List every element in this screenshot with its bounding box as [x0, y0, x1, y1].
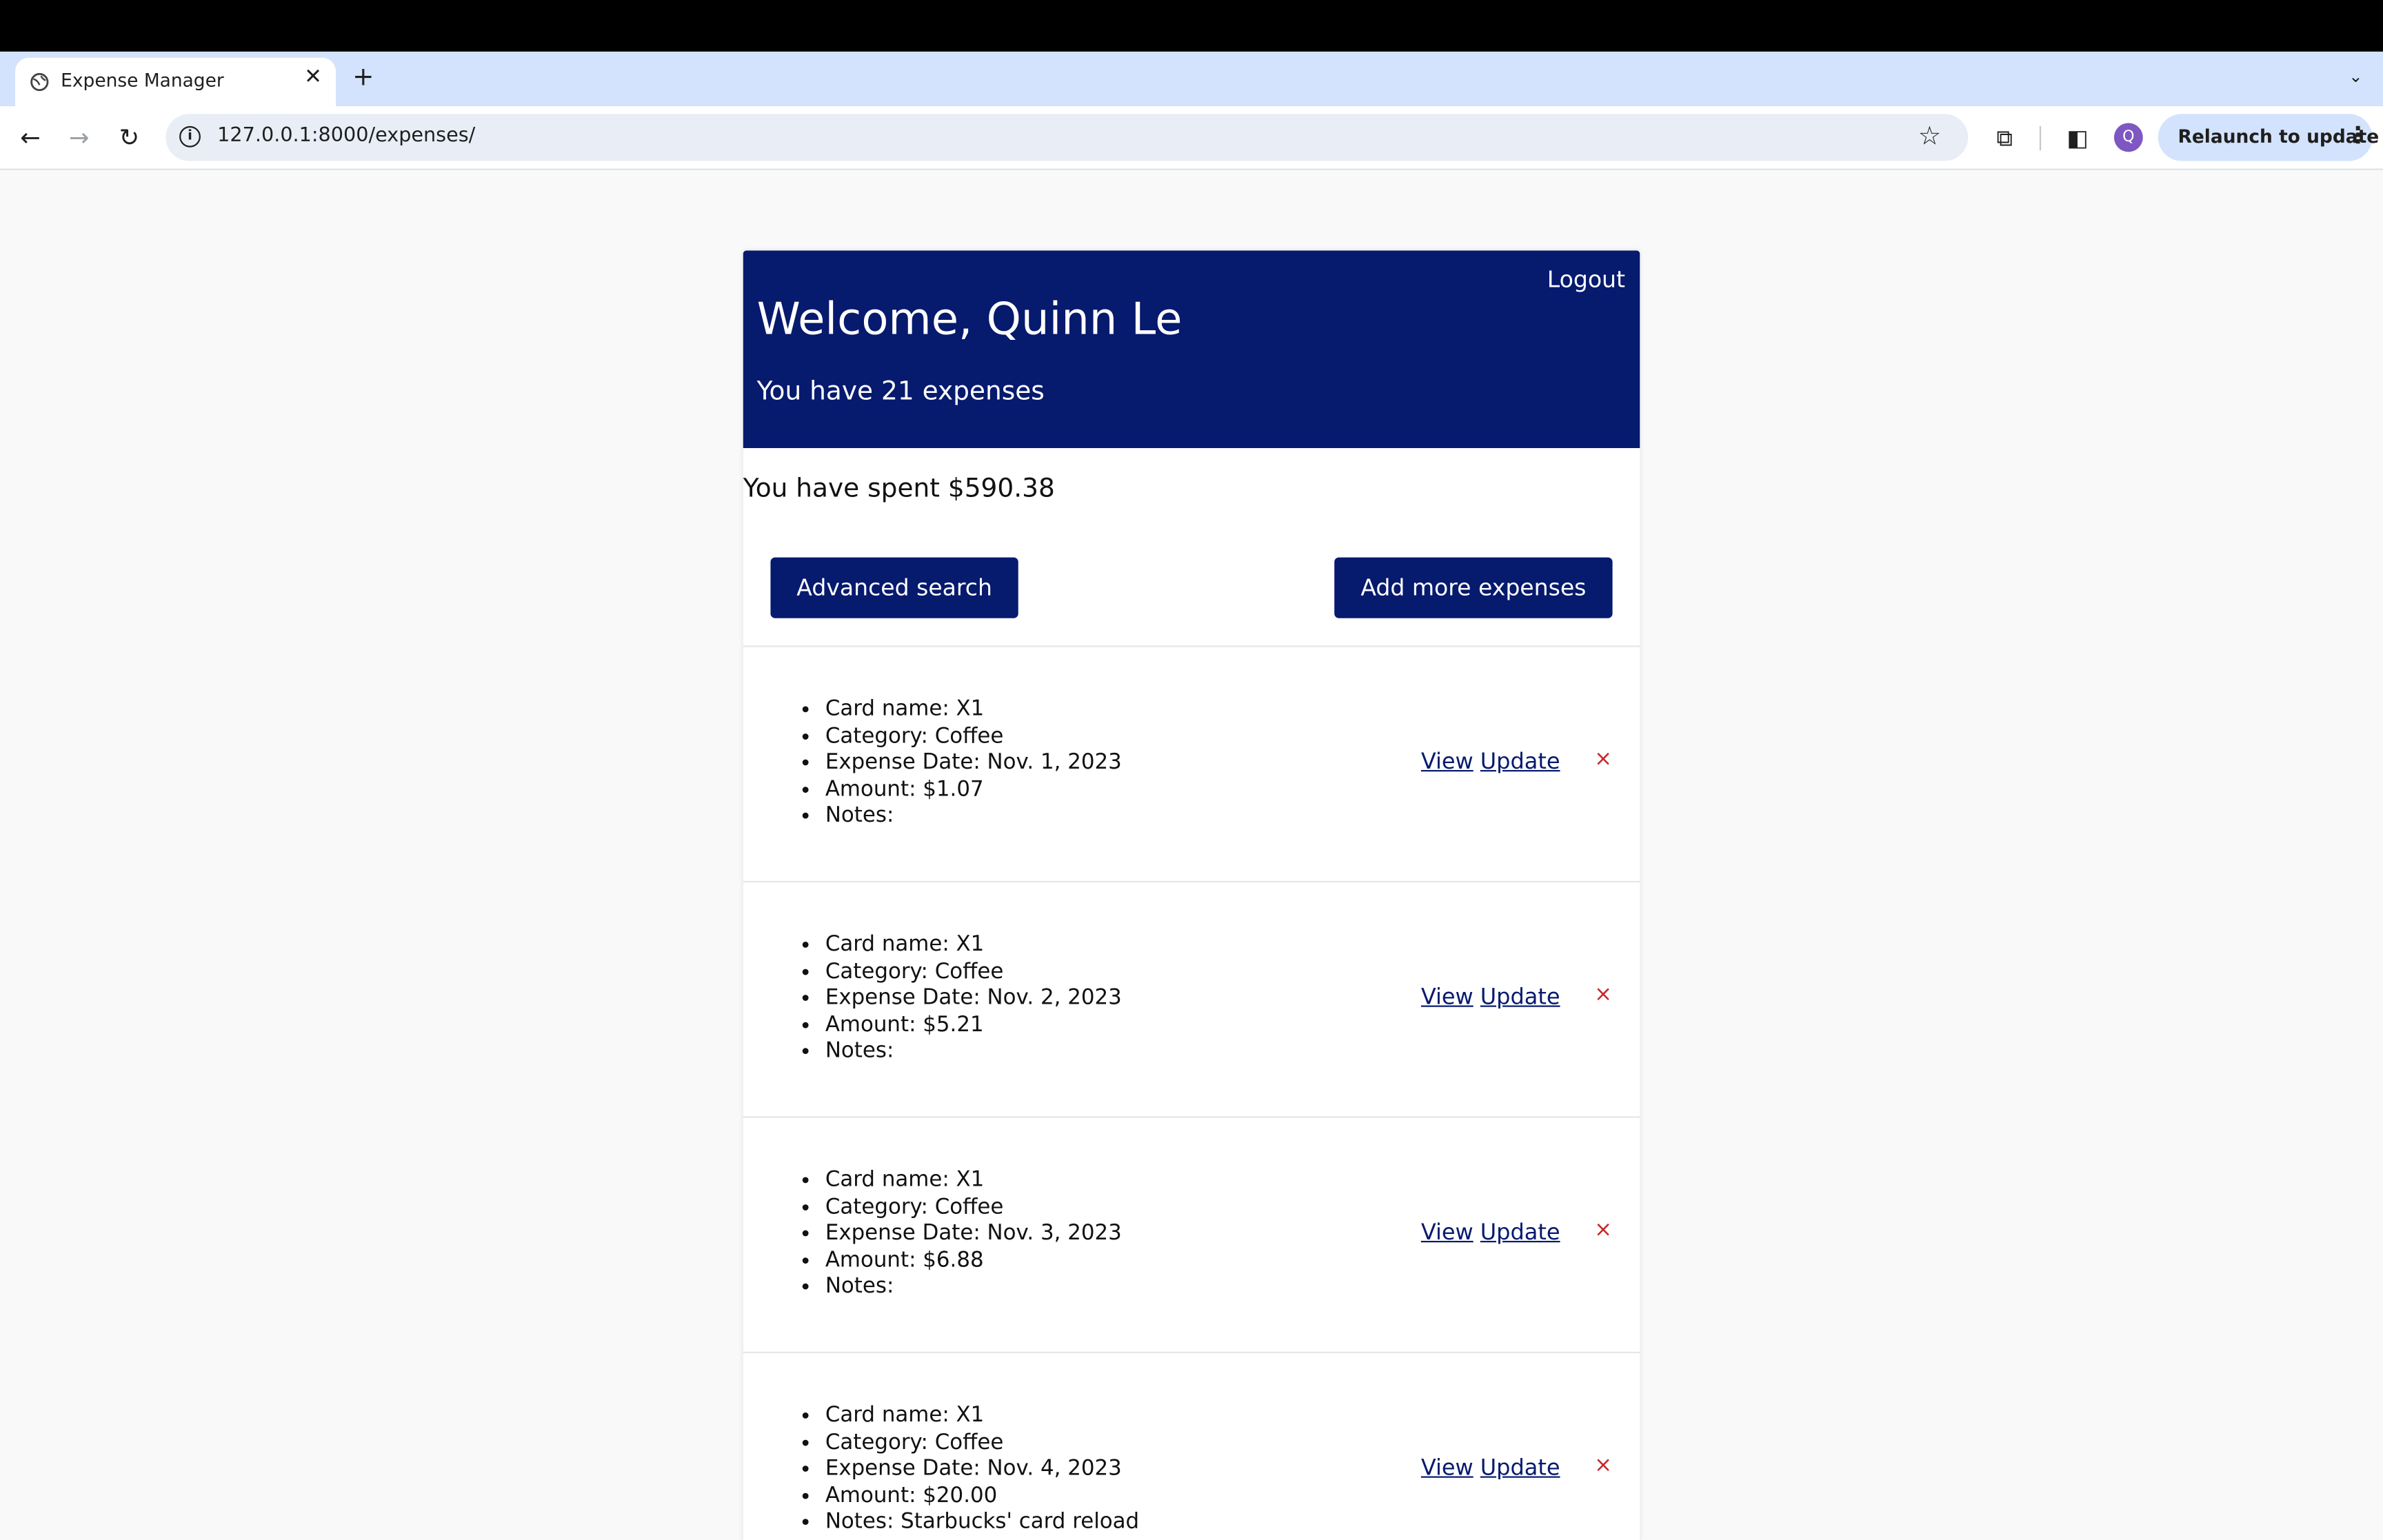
expense-details: Card name: X1 Category: Coffee Expense D…	[825, 1168, 1122, 1301]
side-panel-icon[interactable]: ◧	[2061, 121, 2094, 154]
expense-card: Logout Welcome, Quinn Le You have 21 exp…	[743, 250, 1640, 1540]
os-top-bar	[0, 0, 2383, 52]
amount: Amount: $5.21	[825, 1013, 1122, 1040]
expense-date: Expense Date: Nov. 3, 2023	[825, 1222, 1122, 1248]
notes: Notes: Starbucks' card reload	[825, 1510, 1139, 1537]
notes: Notes:	[825, 1040, 1122, 1066]
update-link[interactable]: Update	[1480, 986, 1560, 1010]
card-name: Card name: X1	[825, 1168, 1122, 1195]
forward-icon[interactable]: →	[62, 121, 95, 154]
bookmark-star-icon[interactable]: ☆	[1918, 121, 1942, 152]
add-expenses-button[interactable]: Add more expenses	[1334, 557, 1613, 618]
expense-details: Card name: X1 Category: Coffee Expense D…	[825, 1404, 1139, 1537]
extensions-icon[interactable]: ⧉	[1988, 121, 2021, 154]
url-text[interactable]: 127.0.0.1:8000/expenses/	[217, 125, 475, 148]
toolbar-divider	[2039, 125, 2042, 151]
expense-date: Expense Date: Nov. 4, 2023	[825, 1457, 1139, 1483]
expense-item: Card name: X1 Category: Coffee Expense D…	[743, 1353, 1640, 1540]
tab-expense-manager[interactable]: Expense Manager ✕	[15, 57, 336, 107]
delete-icon[interactable]: ×	[1594, 1453, 1612, 1477]
expense-date: Expense Date: Nov. 2, 2023	[825, 986, 1122, 1013]
expense-details: Card name: X1 Category: Coffee Expense D…	[825, 697, 1122, 831]
tab-title: Expense Manager	[61, 70, 224, 92]
site-info-icon[interactable]: i	[179, 125, 201, 148]
view-link[interactable]: View	[1421, 1457, 1474, 1481]
update-link[interactable]: Update	[1480, 1221, 1560, 1245]
logout-link[interactable]: Logout	[1547, 266, 1625, 294]
card-name: Card name: X1	[825, 697, 1122, 724]
expense-details: Card name: X1 Category: Coffee Expense D…	[825, 933, 1122, 1066]
browser-toolbar: ← → ↻ i 127.0.0.1:8000/expenses/ ☆ ⧉ ◧	[0, 106, 2383, 170]
view-link[interactable]: View	[1421, 1221, 1474, 1245]
delete-icon[interactable]: ×	[1594, 747, 1612, 771]
total-spent: You have spent $590.38	[743, 474, 1055, 505]
advanced-search-button[interactable]: Advanced search	[770, 557, 1018, 618]
globe-icon	[30, 72, 49, 92]
welcome-heading: Welcome, Quinn Le	[756, 293, 1183, 345]
notes: Notes:	[825, 1275, 1122, 1301]
view-link[interactable]: View	[1421, 986, 1474, 1010]
category: Category: Coffee	[825, 1195, 1122, 1222]
more-menu-icon[interactable]: ⋮	[2346, 121, 2369, 149]
page-header: Logout Welcome, Quinn Le You have 21 exp…	[743, 250, 1640, 448]
reload-icon[interactable]: ↻	[112, 121, 145, 154]
update-link[interactable]: Update	[1480, 750, 1560, 774]
notes: Notes:	[825, 804, 1122, 831]
expense-item: Card name: X1 Category: Coffee Expense D…	[743, 882, 1640, 1116]
tab-search-icon[interactable]: ⌄	[2342, 62, 2370, 92]
expense-date: Expense Date: Nov. 1, 2023	[825, 751, 1122, 778]
address-bar[interactable]: i 127.0.0.1:8000/expenses/ ☆	[165, 114, 1969, 161]
card-name: Card name: X1	[825, 1404, 1139, 1430]
expense-item: Card name: X1 Category: Coffee Expense D…	[743, 1118, 1640, 1352]
new-tab-icon[interactable]: +	[348, 62, 379, 92]
category: Category: Coffee	[825, 960, 1122, 986]
expense-count: You have 21 expenses	[756, 376, 1045, 407]
amount: Amount: $20.00	[825, 1483, 1139, 1510]
category: Category: Coffee	[825, 1430, 1139, 1457]
back-icon[interactable]: ←	[14, 121, 47, 154]
delete-icon[interactable]: ×	[1594, 1218, 1612, 1242]
amount: Amount: $1.07	[825, 778, 1122, 804]
profile-avatar[interactable]: Q	[2113, 123, 2143, 152]
relaunch-button[interactable]: Relaunch to update ⋮	[2158, 114, 2379, 161]
expense-item: Card name: X1 Category: Coffee Expense D…	[743, 647, 1640, 881]
amount: Amount: $6.88	[825, 1248, 1122, 1275]
view-link[interactable]: View	[1421, 750, 1474, 774]
category: Category: Coffee	[825, 724, 1122, 751]
update-link[interactable]: Update	[1480, 1457, 1560, 1481]
card-name: Card name: X1	[825, 933, 1122, 960]
close-tab-icon[interactable]: ✕	[301, 65, 325, 90]
delete-icon[interactable]: ×	[1594, 982, 1612, 1006]
